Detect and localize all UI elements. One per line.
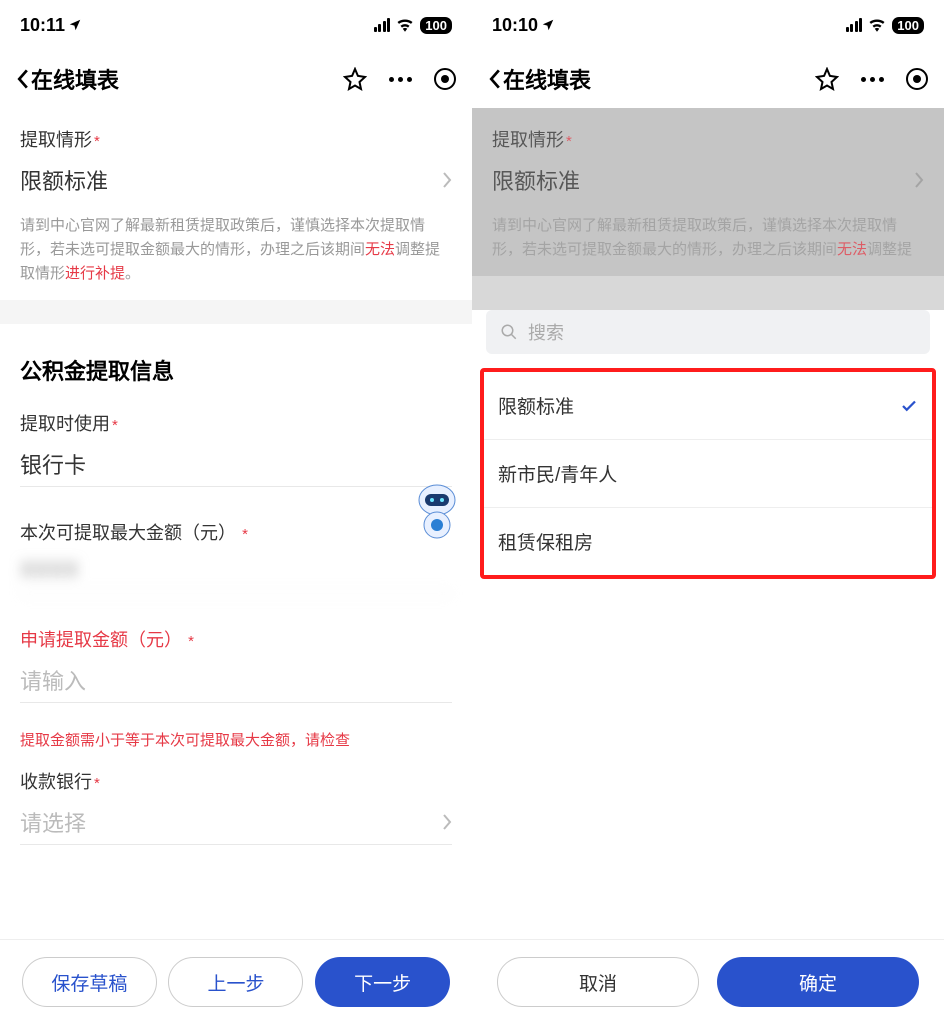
picker-search-placeholder: 搜索: [528, 319, 564, 345]
target-icon[interactable]: [906, 68, 928, 90]
more-icon[interactable]: [861, 77, 884, 82]
apply-amount-placeholder: 请输入: [20, 664, 452, 696]
method-value: 银行卡: [20, 448, 452, 480]
scenario-hint: 请到中心官网了解最新租赁提取政策后，谨慎选择本次提取情形，若未选可提取金额最大的…: [0, 214, 472, 300]
apply-amount-label: 申请提取金额（元） *: [20, 626, 452, 652]
location-arrow-icon: [541, 18, 555, 32]
page-title: 在线填表: [31, 63, 119, 95]
status-bar: 10:11 100: [0, 0, 472, 50]
status-time: 10:10: [492, 15, 538, 36]
apply-amount-error: 提取金额需小于等于本次可提取最大金额，请检查: [0, 715, 472, 760]
back-icon[interactable]: [16, 68, 29, 90]
signal-icon: [846, 18, 863, 32]
wifi-icon: [868, 18, 886, 32]
bank-select[interactable]: 请选择: [20, 806, 452, 845]
section-title: 公积金提取信息: [0, 324, 472, 404]
apply-amount-input[interactable]: 请输入: [20, 664, 452, 703]
max-amount-label: 本次可提取最大金额（元） *: [20, 519, 452, 545]
more-icon[interactable]: [389, 77, 412, 82]
bank-label: 收款银行*: [20, 768, 452, 794]
battery-badge: 100: [420, 17, 452, 34]
save-draft-button[interactable]: 保存草稿: [22, 957, 157, 1007]
scenario-value: 限额标准: [20, 164, 442, 196]
wifi-icon: [396, 18, 414, 32]
picker-list: 限额标准 新市民/青年人 租赁保租房: [480, 368, 936, 579]
status-time: 10:11: [20, 15, 65, 36]
confirm-button[interactable]: 确定: [717, 957, 919, 1007]
bottom-bar: 保存草稿 上一步 下一步: [0, 939, 472, 1024]
method-label: 提取时使用*: [20, 410, 452, 436]
target-icon[interactable]: [434, 68, 456, 90]
battery-badge: 100: [892, 17, 924, 34]
bank-placeholder: 请选择: [20, 806, 442, 838]
scenario-value: 限额标准: [492, 164, 914, 196]
scenario-label: 提取情形*: [20, 126, 452, 152]
nav-bar: 在线填表: [472, 50, 944, 108]
scenario-label: 提取情形*: [492, 126, 924, 152]
cancel-button[interactable]: 取消: [497, 957, 699, 1007]
star-icon[interactable]: [815, 67, 839, 91]
picker-option-1[interactable]: 新市民/青年人: [484, 440, 932, 508]
picker-option-2[interactable]: 租赁保租房: [484, 508, 932, 575]
search-icon: [500, 323, 518, 341]
prev-button[interactable]: 上一步: [168, 957, 303, 1007]
status-bar: 10:10 100: [472, 0, 944, 50]
bottom-bar: 取消 确定: [472, 939, 944, 1024]
scenario-hint: 请到中心官网了解最新租赁提取政策后，谨慎选择本次提取情形，若未选可提取金额最大的…: [472, 214, 944, 276]
page-title: 在线填表: [503, 63, 591, 95]
assistant-bot-icon[interactable]: [412, 482, 462, 540]
picker-sheet: 搜索 限额标准 新市民/青年人 租赁保租房: [472, 310, 944, 1024]
next-button[interactable]: 下一步: [315, 957, 450, 1007]
scenario-select[interactable]: 限额标准: [492, 164, 924, 202]
picker-option-0[interactable]: 限额标准: [484, 372, 932, 440]
picker-search[interactable]: 搜索: [486, 310, 930, 354]
scenario-select[interactable]: 限额标准: [20, 164, 452, 202]
nav-bar: 在线填表: [0, 50, 472, 108]
chevron-right-icon: [442, 813, 452, 831]
chevron-right-icon: [442, 171, 452, 189]
back-icon[interactable]: [488, 68, 501, 90]
method-value-row: 银行卡: [20, 448, 452, 487]
check-icon: [900, 397, 918, 415]
location-arrow-icon: [68, 18, 82, 32]
star-icon[interactable]: [343, 67, 367, 91]
signal-icon: [374, 18, 391, 32]
max-amount-value: XXXX: [20, 557, 452, 594]
chevron-right-icon: [914, 171, 924, 189]
